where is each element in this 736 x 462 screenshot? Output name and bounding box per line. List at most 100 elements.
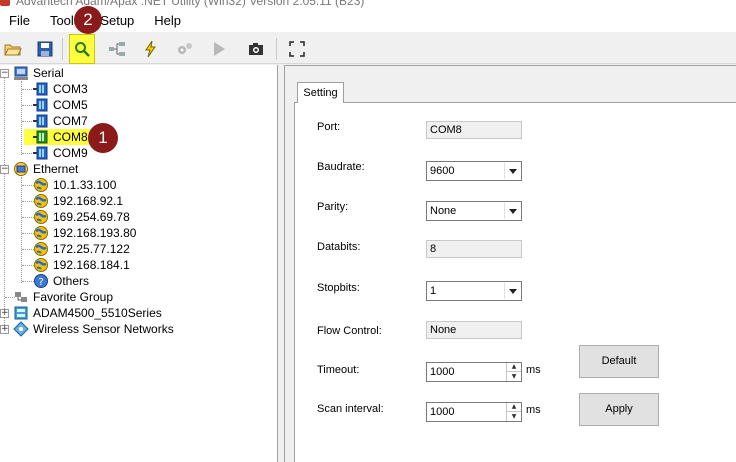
run-icon xyxy=(214,42,225,56)
title-bar: Advantech Adam/Apax .NET Utility (Win32)… xyxy=(0,0,736,8)
parity-select[interactable]: None xyxy=(426,201,522,221)
settings-gear-button[interactable] xyxy=(172,36,198,62)
tree-label-host: 192.168.92.1 xyxy=(53,194,124,208)
tree-node-serial[interactable]: Serial xyxy=(13,65,66,81)
svg-text:?: ? xyxy=(38,277,43,288)
tree-label-host: 172.25.77.122 xyxy=(53,242,130,256)
window-title: Advantech Adam/Apax .NET Utility (Win32)… xyxy=(16,0,365,8)
fullscreen-icon xyxy=(289,41,305,57)
device-module-icon xyxy=(14,306,28,320)
chevron-down-icon[interactable] xyxy=(504,163,520,179)
wsn-expand-toggle[interactable]: + xyxy=(0,325,9,334)
scan-interval-value: 1000 xyxy=(430,406,455,418)
scan-interval-label: Scan interval: xyxy=(317,403,384,415)
tree-label-wireless-sensor-networks: Wireless Sensor Networks xyxy=(33,322,174,336)
tree-node-com3[interactable]: COM3 xyxy=(33,81,90,97)
save-button[interactable] xyxy=(32,36,58,62)
save-icon xyxy=(37,41,53,57)
tree-node-adam4500[interactable]: ADAM4500_5510Series xyxy=(13,305,164,321)
camera-button[interactable] xyxy=(243,36,269,62)
tree-label-com3: COM3 xyxy=(53,82,88,96)
timeout-spinner[interactable]: 1000 ▲ ▼ xyxy=(426,362,522,382)
serial-port-icon xyxy=(33,114,48,128)
scan-interval-unit: ms xyxy=(526,404,541,416)
scan-interval-spinner[interactable]: 1000 ▲ ▼ xyxy=(426,402,522,422)
serial-port-icon xyxy=(33,82,48,96)
baudrate-label: Baudrate: xyxy=(317,161,365,173)
serial-port-icon xyxy=(33,98,48,112)
run-button[interactable] xyxy=(206,36,232,62)
menu-help[interactable]: Help xyxy=(144,13,191,28)
globe-icon xyxy=(34,210,48,224)
tree-node-com9[interactable]: COM9 xyxy=(33,145,90,161)
apply-button[interactable]: Apply xyxy=(579,393,659,426)
tree-node-favorite-group[interactable]: Favorite Group xyxy=(13,289,115,305)
stopbits-select[interactable]: 1 xyxy=(426,281,522,301)
globe-icon xyxy=(34,226,48,240)
tree-node-com7[interactable]: COM7 xyxy=(33,113,90,129)
search-button[interactable] xyxy=(69,34,95,64)
tree-label-com7: COM7 xyxy=(53,114,88,128)
tree-label-host: 192.168.184.1 xyxy=(53,258,130,272)
tree-node-ethernet[interactable]: Ethernet xyxy=(13,161,80,177)
default-button[interactable]: Default xyxy=(579,345,659,378)
tree-node-wireless-sensor-networks[interactable]: Wireless Sensor Networks xyxy=(13,321,176,337)
open-button[interactable] xyxy=(0,36,26,62)
globe-icon xyxy=(34,178,48,192)
serial-port-icon xyxy=(33,130,48,144)
spin-down-icon[interactable]: ▼ xyxy=(507,412,521,421)
globe-icon xyxy=(34,242,48,256)
tree-node-host[interactable]: 172.25.77.122 xyxy=(33,241,132,257)
tree-label-com5: COM5 xyxy=(53,98,88,112)
tree-node-host[interactable]: 192.168.193.80 xyxy=(33,225,138,241)
tree-label-host: 169.254.69.78 xyxy=(53,210,130,224)
tree-node-host[interactable]: 192.168.92.1 xyxy=(33,193,125,209)
databits-label: Databits: xyxy=(317,241,361,253)
search-icon xyxy=(75,42,90,57)
timeout-label: Timeout: xyxy=(317,364,360,376)
chevron-down-icon[interactable] xyxy=(504,283,520,299)
favorite-group-icon xyxy=(15,292,27,302)
tab-setting[interactable]: Setting xyxy=(297,82,344,103)
network-tree-button[interactable] xyxy=(104,36,130,62)
tree-label-serial: Serial xyxy=(33,66,64,80)
settings-gear-icon xyxy=(178,43,192,54)
wireless-network-icon xyxy=(13,321,29,337)
tree-label-others: Others xyxy=(53,274,90,288)
marker-badge-1: 1 xyxy=(88,123,118,153)
toolbar-separator xyxy=(276,38,277,60)
toolbar-separator xyxy=(62,38,63,60)
device-tree: − Serial COM3 COM5 COM7 COM8 COM9 − Ethe… xyxy=(0,65,278,462)
lightning-button[interactable] xyxy=(138,36,164,62)
tree-label-favorite-group: Favorite Group xyxy=(33,290,114,304)
ethernet-collapse-toggle[interactable]: − xyxy=(0,165,9,174)
tree-node-host[interactable]: 192.168.184.1 xyxy=(33,257,132,273)
toolbar xyxy=(0,32,736,64)
flow-control-field: None xyxy=(426,321,522,339)
tree-node-others[interactable]: ? Others xyxy=(33,273,91,289)
stopbits-value: 1 xyxy=(430,285,437,297)
adam-expand-toggle[interactable]: + xyxy=(0,309,9,318)
spin-down-icon[interactable]: ▼ xyxy=(507,372,521,381)
baudrate-select[interactable]: 9600 xyxy=(426,161,522,181)
lightning-icon xyxy=(145,41,156,57)
menu-bar: File Tools Setup Help xyxy=(0,8,736,32)
tree-node-com8[interactable]: COM8 xyxy=(24,129,94,145)
serial-computer-icon xyxy=(14,66,28,80)
tree-label-host: 192.168.193.80 xyxy=(53,226,137,240)
tree-node-com5[interactable]: COM5 xyxy=(33,97,90,113)
menu-file[interactable]: File xyxy=(0,13,40,28)
tree-label-adam4500: ADAM4500_5510Series xyxy=(33,306,162,320)
serial-port-icon xyxy=(33,146,48,160)
timeout-spin-buttons: ▲ ▼ xyxy=(506,363,521,381)
tree-node-host[interactable]: 169.254.69.78 xyxy=(33,209,132,225)
chevron-down-icon[interactable] xyxy=(504,203,520,219)
tree-node-host[interactable]: 10.1.33.100 xyxy=(33,177,118,193)
help-question-icon: ? xyxy=(34,274,48,288)
app-icon xyxy=(0,0,10,6)
tree-guide-line xyxy=(21,177,22,283)
ethernet-network-icon xyxy=(14,162,28,176)
serial-collapse-toggle[interactable]: − xyxy=(0,69,9,78)
tree-label-ethernet: Ethernet xyxy=(33,162,79,176)
fullscreen-button[interactable] xyxy=(284,36,310,62)
